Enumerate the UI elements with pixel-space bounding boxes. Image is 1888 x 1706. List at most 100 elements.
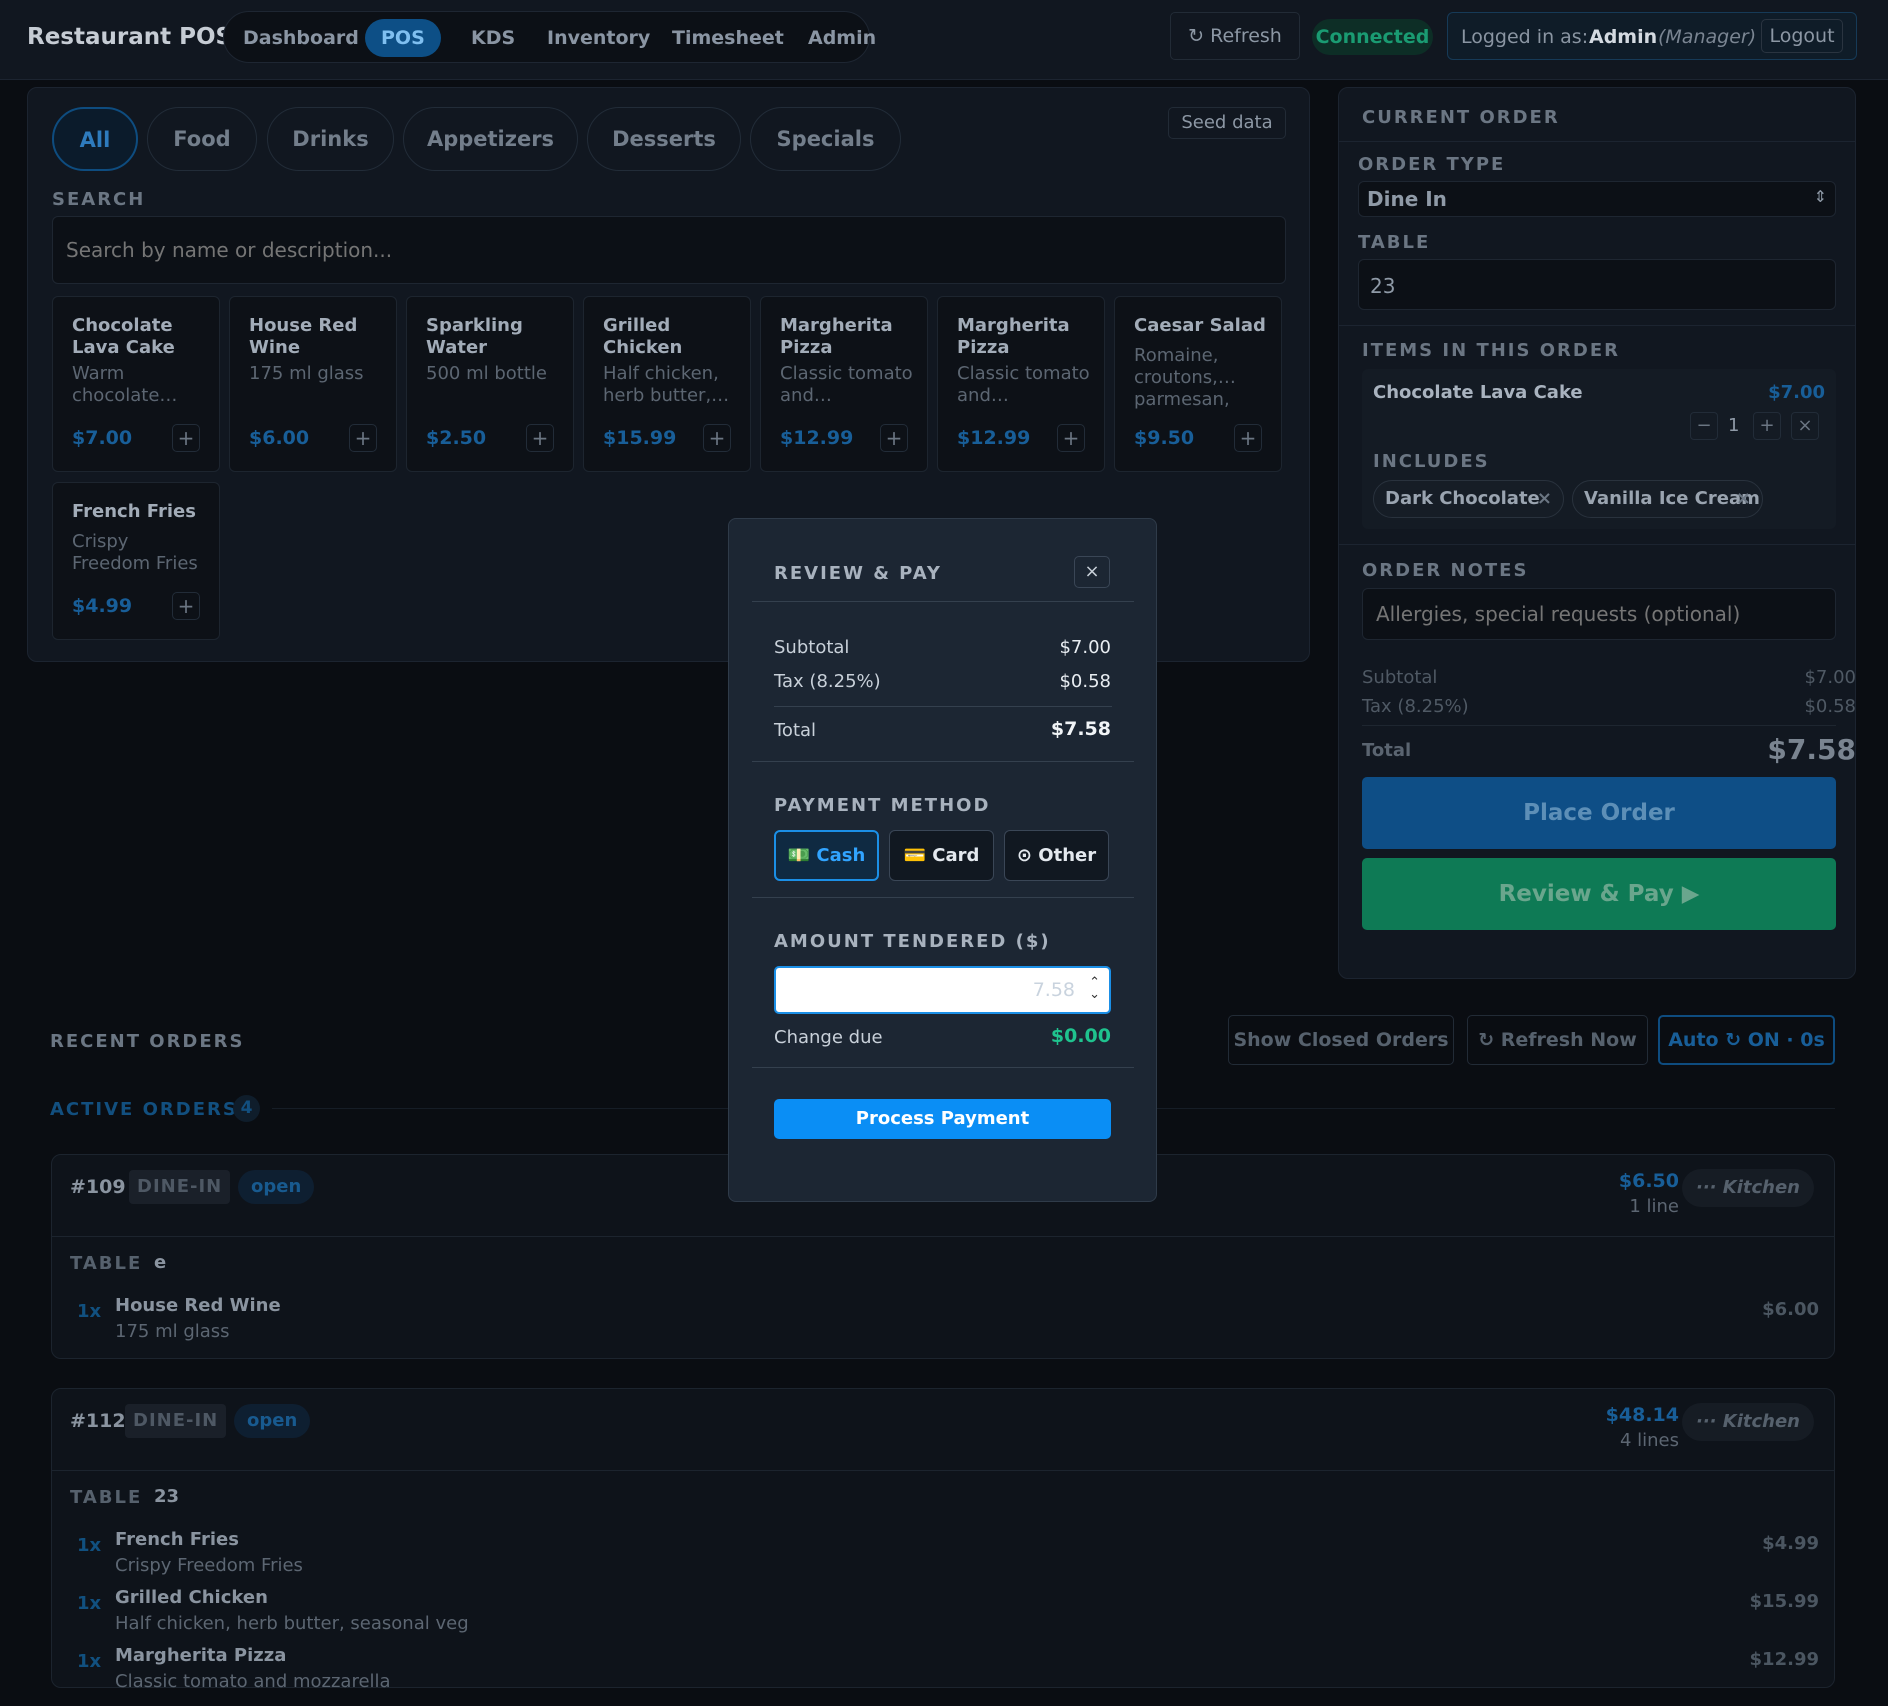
- menu-item-card[interactable]: Margherita Pizza Classic tomato and… $12.9…: [760, 296, 928, 472]
- table-label: TABLE: [1358, 232, 1431, 253]
- subtotal-label: Subtotal: [1362, 667, 1438, 688]
- logout-button[interactable]: Logout: [1761, 19, 1843, 53]
- divider: [1339, 544, 1855, 545]
- payment-method-label: PAYMENT METHOD: [774, 795, 991, 816]
- menu-item-card[interactable]: Sparkling Water 500 ml bottle $2.50 +: [406, 296, 574, 472]
- process-payment-button[interactable]: Process Payment: [774, 1099, 1111, 1139]
- review-pay-button[interactable]: Review & Pay ▶: [1362, 858, 1836, 930]
- seed-data-button[interactable]: Seed data: [1168, 107, 1286, 139]
- menu-item-desc: Crispy Freedom Fries: [72, 531, 198, 574]
- table-input[interactable]: 23: [1358, 259, 1836, 310]
- user-role: (Manager): [1658, 26, 1757, 48]
- menu-item-card[interactable]: House Red Wine 175 ml glass $6.00 +: [229, 296, 397, 472]
- connection-status-badge: Connected: [1312, 19, 1433, 55]
- order-type-value: Dine In: [1367, 187, 1447, 211]
- spinner-icon[interactable]: ⌃ ⌄: [1089, 976, 1100, 1001]
- line-name: Grilled Chicken: [115, 1587, 268, 1608]
- menu-item-desc: Classic tomato and…: [957, 363, 1090, 406]
- add-item-button[interactable]: +: [1234, 424, 1262, 452]
- add-item-button[interactable]: +: [172, 424, 200, 452]
- order-table-value: e: [154, 1252, 167, 1273]
- decrease-qty-button[interactable]: −: [1690, 412, 1718, 440]
- order-table-label: TABLE: [70, 1487, 143, 1508]
- menu-item-name: House Red Wine: [249, 315, 358, 358]
- category-food[interactable]: Food: [147, 107, 257, 171]
- order-table-value: 23: [154, 1486, 180, 1507]
- menu-item-card[interactable]: Grilled Chicken Half chicken, herb butter…: [583, 296, 751, 472]
- user-name: Admin: [1589, 26, 1658, 48]
- category-specials[interactable]: Specials: [750, 107, 901, 171]
- recent-orders-title: RECENT ORDERS: [50, 1031, 245, 1052]
- nav-pos[interactable]: POS: [365, 19, 441, 57]
- subtotal-value: $7.00: [1804, 667, 1856, 688]
- total-label: Total: [1362, 740, 1412, 761]
- category-all[interactable]: All: [52, 107, 138, 171]
- refresh-button[interactable]: ↻ Refresh: [1170, 12, 1300, 60]
- auto-refresh-toggle[interactable]: Auto ↻ ON · 0s: [1658, 1015, 1835, 1065]
- nav-admin[interactable]: Admin: [792, 19, 892, 57]
- order-type-label: ORDER TYPE: [1358, 154, 1506, 175]
- nav-inventory[interactable]: Inventory: [531, 19, 666, 57]
- order-type-select[interactable]: Dine In ⇕: [1358, 181, 1836, 217]
- category-appetizers[interactable]: Appetizers: [403, 107, 578, 171]
- menu-item-card[interactable]: French Fries Crispy Freedom Fries $4.99 +: [52, 482, 220, 640]
- order-line-count: 4 lines: [1619, 1430, 1679, 1451]
- table-value: 23: [1370, 274, 1396, 298]
- menu-item-price: $4.99: [72, 595, 133, 617]
- add-item-button[interactable]: +: [349, 424, 377, 452]
- category-desserts[interactable]: Desserts: [587, 107, 741, 171]
- category-drinks[interactable]: Drinks: [267, 107, 394, 171]
- add-item-button[interactable]: +: [172, 592, 200, 620]
- pay-other-button[interactable]: ⊙ Other: [1004, 830, 1109, 881]
- line-desc: Crispy Freedom Fries: [115, 1555, 303, 1576]
- line-price: $6.00: [1762, 1299, 1819, 1320]
- add-item-button[interactable]: +: [526, 424, 554, 452]
- change-due-label: Change due: [774, 1027, 883, 1048]
- card-icon: 💳: [903, 845, 926, 866]
- nav-timesheet[interactable]: Timesheet: [656, 19, 800, 57]
- remove-tag-icon[interactable]: ×: [1736, 481, 1751, 517]
- close-icon[interactable]: ×: [1074, 556, 1110, 588]
- kitchen-button[interactable]: ··· Kitchen: [1681, 1169, 1814, 1207]
- line-price: $4.99: [1762, 1533, 1819, 1554]
- amount-tendered-input[interactable]: 7.58 ⌃ ⌄: [774, 966, 1111, 1014]
- search-input[interactable]: [52, 216, 1286, 284]
- select-arrows-icon: ⇕: [1813, 187, 1827, 206]
- kitchen-button[interactable]: ··· Kitchen: [1681, 1403, 1814, 1441]
- pay-cash-button[interactable]: 💵 Cash: [774, 830, 879, 881]
- order-item: Chocolate Lava Cake $7.00 − 1 + × INCLUD…: [1362, 369, 1836, 529]
- modal-total-label: Total: [774, 720, 817, 741]
- place-order-button[interactable]: Place Order: [1362, 777, 1836, 849]
- divider: [1339, 141, 1855, 142]
- line-name: House Red Wine: [115, 1295, 281, 1316]
- top-bar: Restaurant POS Dashboard POS KDS Invento…: [0, 0, 1888, 80]
- order-card[interactable]: #112 DINE-IN open $48.14 4 lines ··· Kitchen T…: [51, 1388, 1835, 1692]
- add-item-button[interactable]: +: [1057, 424, 1085, 452]
- increase-qty-button[interactable]: +: [1753, 412, 1781, 440]
- menu-item-desc: Warm chocolate…: [72, 363, 178, 406]
- menu-item-desc: Classic tomato and…: [780, 363, 913, 406]
- cash-icon: 💵: [787, 845, 811, 866]
- app-title: Restaurant POS: [27, 24, 233, 50]
- pay-card-button[interactable]: 💳 Card: [889, 830, 994, 881]
- modal-title: REVIEW & PAY: [774, 563, 942, 584]
- order-total: $6.50: [1618, 1170, 1679, 1192]
- menu-item-name: Margherita Pizza: [957, 315, 1070, 358]
- menu-item-card[interactable]: Caesar Salad Romaine, croutons,… parmesan…: [1114, 296, 1282, 472]
- add-item-button[interactable]: +: [703, 424, 731, 452]
- line-qty: 1x: [77, 1593, 102, 1614]
- menu-item-card[interactable]: Chocolate Lava Cake Warm chocolate… $7.00 +: [52, 296, 220, 472]
- refresh-now-button[interactable]: ↻ Refresh Now: [1467, 1015, 1648, 1065]
- nav-kds[interactable]: KDS: [455, 19, 531, 57]
- order-notes-input[interactable]: [1362, 588, 1836, 640]
- modal-total-value: $7.58: [1050, 718, 1111, 740]
- menu-item-card[interactable]: Margherita Pizza Classic tomato and… $12.9…: [937, 296, 1105, 472]
- show-closed-orders-button[interactable]: Show Closed Orders: [1228, 1015, 1454, 1065]
- nav-dashboard[interactable]: Dashboard: [227, 19, 375, 57]
- remove-item-button[interactable]: ×: [1791, 412, 1819, 440]
- add-item-button[interactable]: +: [880, 424, 908, 452]
- remove-tag-icon[interactable]: ×: [1537, 481, 1552, 517]
- items-label: ITEMS IN THIS ORDER: [1362, 340, 1620, 361]
- order-id: #112: [70, 1410, 126, 1432]
- modal-subtotal-label: Subtotal: [774, 637, 850, 658]
